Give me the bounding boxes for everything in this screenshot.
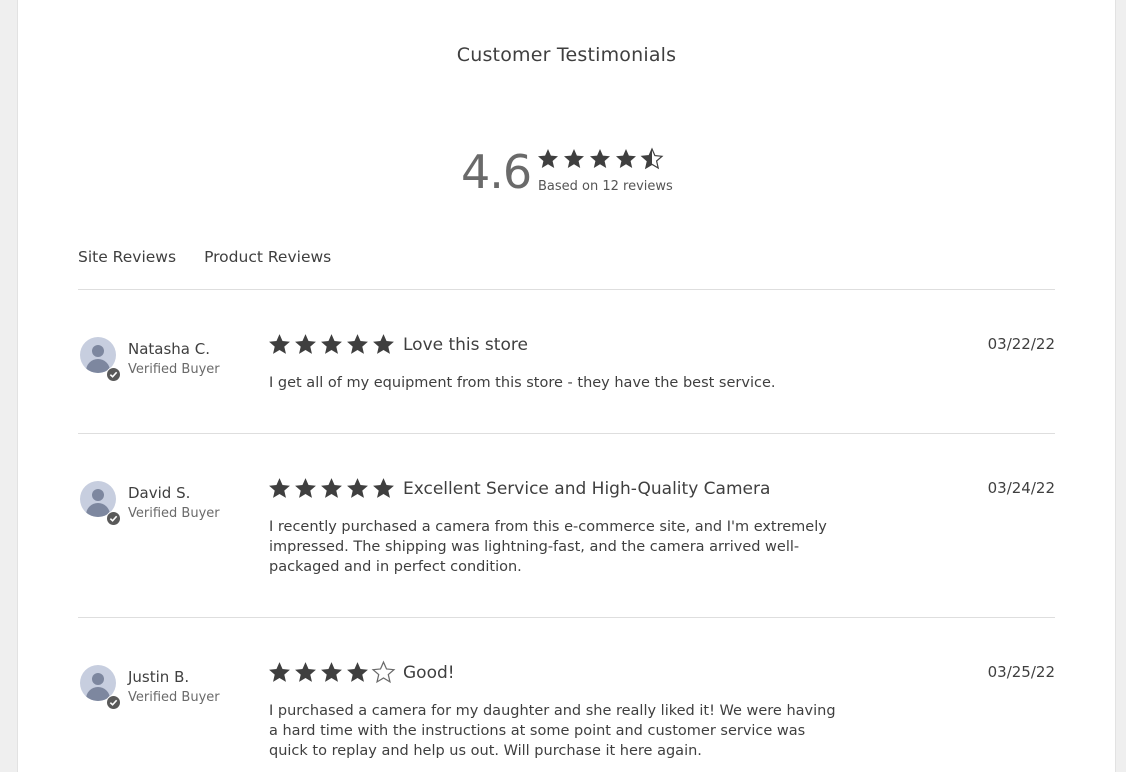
review-count: Based on 12 reviews: [538, 179, 673, 194]
star-filled-icon: [267, 332, 292, 361]
star-filled-icon: [267, 660, 292, 689]
tab-site-reviews[interactable]: Site Reviews: [78, 248, 176, 266]
verified-buyer-badge: Verified Buyer: [128, 362, 220, 377]
review-date: 03/25/22: [987, 663, 1055, 681]
star-filled-icon: [345, 660, 370, 689]
average-rating: 4.6: [461, 145, 532, 199]
review-title: Good!: [403, 663, 455, 683]
star-filled-icon: [293, 476, 318, 505]
rating-summary: 4.6 Based on 12 reviews: [461, 142, 701, 202]
verified-check-icon: [106, 367, 121, 382]
review-stars: [267, 476, 396, 505]
star-filled-icon: [293, 332, 318, 361]
verified-buyer-badge: Verified Buyer: [128, 690, 220, 705]
review-title: Love this store: [403, 335, 528, 355]
reviewer-name: Natasha C.: [128, 340, 211, 358]
star-half-icon: [640, 147, 664, 175]
reviewer-name: David S.: [128, 484, 191, 502]
average-stars: [536, 147, 664, 175]
review-date: 03/22/22: [987, 335, 1055, 353]
star-icon: [588, 147, 612, 175]
review-stars: [267, 332, 396, 361]
verified-buyer-badge: Verified Buyer: [128, 506, 220, 521]
star-filled-icon: [371, 476, 396, 505]
verified-check-icon: [106, 511, 121, 526]
star-filled-icon: [319, 660, 344, 689]
review-body: I purchased a camera for my daughter and…: [269, 703, 836, 759]
star-filled-icon: [345, 332, 370, 361]
review-body: I get all of my equipment from this stor…: [269, 375, 776, 391]
testimonials-card: Customer Testimonials 4.6 Based on 12 re…: [17, 0, 1116, 772]
review-title: Excellent Service and High-Quality Camer…: [403, 479, 771, 499]
review-tabs: Site Reviews Product Reviews: [78, 248, 331, 266]
star-filled-icon: [371, 332, 396, 361]
review-stars: [267, 660, 396, 689]
reviewer-name: Justin B.: [128, 668, 190, 686]
verified-check-icon: [106, 695, 121, 710]
star-filled-icon: [267, 476, 292, 505]
page-title: Customer Testimonials: [456, 44, 677, 66]
review-item: Justin B. Verified Buyer Good! 03/25/22 …: [78, 618, 1055, 772]
review-body: I recently purchased a camera from this …: [269, 519, 827, 575]
star-empty-icon: [371, 660, 396, 689]
star-icon: [562, 147, 586, 175]
review-date: 03/24/22: [987, 479, 1055, 497]
star-filled-icon: [319, 476, 344, 505]
star-icon: [614, 147, 638, 175]
star-icon: [536, 147, 560, 175]
star-filled-icon: [293, 660, 318, 689]
tab-product-reviews[interactable]: Product Reviews: [204, 248, 331, 266]
review-item: David S. Verified Buyer Excellent Servic…: [78, 434, 1055, 617]
review-item: Natasha C. Verified Buyer Love this stor…: [78, 290, 1055, 434]
star-filled-icon: [345, 476, 370, 505]
star-filled-icon: [319, 332, 344, 361]
